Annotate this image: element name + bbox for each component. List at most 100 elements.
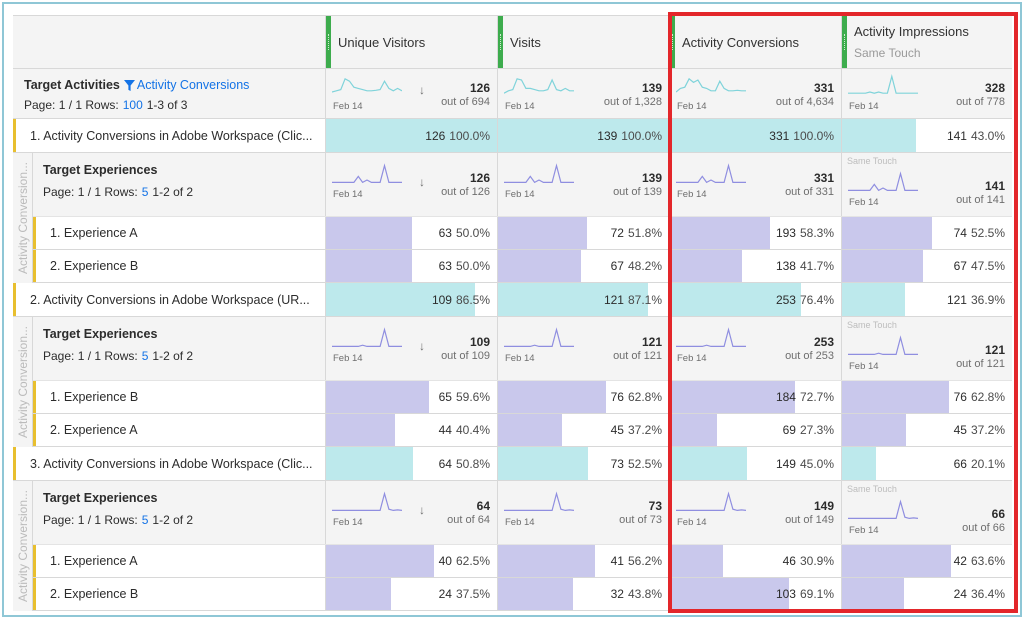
metric-percent: 50.0% [455,226,490,240]
metric-cell: 139 100.0% [497,119,669,152]
activity-row[interactable]: 1. Activity Conversions in Adobe Workspa… [13,119,1012,153]
metric-value: 139 [597,128,618,143]
sort-descending-icon[interactable]: ↓ [419,503,425,517]
rows-per-page[interactable]: 5 [142,185,149,199]
experience-label[interactable]: 2. Experience A [33,414,325,446]
sparkline[interactable] [504,489,574,515]
sparkline-date: Feb 14 [333,189,363,200]
metric-cell: 40 62.5% [325,545,497,577]
percent-bar [842,578,904,610]
metric-percent: 37.5% [455,587,490,601]
metric-percent: 20.1% [970,456,1005,471]
activity-row[interactable]: 3. Activity Conversions in Adobe Workspa… [13,447,1012,481]
breakdown-title: Target Experiences [43,491,158,505]
sparkline[interactable] [676,489,746,515]
breakdown-label: Activity Conversion... [13,317,33,447]
column-header-activity-impressions[interactable]: Activity Impressions Same Touch [841,16,1012,68]
filter-icon [123,79,135,91]
column-drag-handle[interactable] [498,16,503,68]
metric-value: 40 [438,554,452,568]
metric-percent: 87.1% [627,292,662,307]
metric-value: 109 [431,292,452,307]
experience-label[interactable]: 1. Experience A [33,545,325,577]
sparkline[interactable] [848,333,918,359]
metric-value: 65 [438,390,452,404]
sparkline[interactable] [676,325,746,351]
activity-label[interactable]: 1. Activity Conversions in Adobe Workspa… [13,119,325,152]
experience-row[interactable]: 1. Experience A 40 62.5% 41 56.2% 46 30.9% … [33,545,1012,578]
metric-cell: 67 47.5% [841,250,1012,282]
metric-value: 76 [953,390,967,404]
metric-percent: 41.7% [799,259,834,273]
total-value: 139 [641,81,662,95]
percent-bar [498,545,595,577]
segment-filter[interactable]: Activity Conversions [123,78,249,92]
metric-percent: 100.0% [793,128,834,143]
experience-label[interactable]: 1. Experience B [33,381,325,413]
sparkline[interactable] [504,161,574,187]
sparkline[interactable] [332,489,402,515]
sparkline[interactable] [848,497,918,523]
total-out-of: out of 73 [619,514,662,526]
metric-value: 45 [610,423,624,437]
metric-value: 63 [438,226,452,240]
metric-cell: 103 69.1% [669,578,841,610]
sparkline[interactable] [332,161,402,187]
sparkline-date: Feb 14 [505,353,535,364]
experience-row[interactable]: 1. Experience B 65 59.6% 76 62.8% 184 72.7%… [33,381,1012,414]
activity-label[interactable]: 2. Activity Conversions in Adobe Workspa… [13,283,325,316]
breakdown-header-row: Target Experiences Page: 1 / 1 Rows: 5 1-2… [33,153,1012,217]
rows-per-page[interactable]: 100 [123,98,143,112]
experience-label[interactable]: 1. Experience A [33,217,325,249]
experience-row[interactable]: 1. Experience A 63 50.0% 72 51.8% 193 58.3%… [33,217,1012,250]
column-header-unique-visitors[interactable]: Unique Visitors [325,16,497,68]
experience-label[interactable]: 2. Experience B [33,578,325,610]
metric-value: 24 [953,587,967,601]
rows-per-page[interactable]: 5 [142,513,149,527]
percent-bar [842,217,932,249]
metric-cell: 63 50.0% [325,217,497,249]
sort-descending-icon[interactable]: ↓ [419,83,425,97]
experience-label[interactable]: 2. Experience B [33,250,325,282]
metric-value: 126 [425,128,446,143]
experience-row[interactable]: 2. Experience B 24 37.5% 32 43.8% 103 69.1%… [33,578,1012,611]
breakdown-header-row: Target Experiences Page: 1 / 1 Rows: 5 1-2… [33,317,1012,381]
breakdown-total-cell: Feb 14 139 out of 139 [497,153,669,216]
total-value: 64 [476,499,490,513]
total-out-of: out of 253 [785,350,834,362]
sparkline[interactable] [848,73,918,99]
metric-cell: 65 59.6% [325,381,497,413]
row-range: 1-2 of 2 [152,185,194,199]
column-header-activity-conversions[interactable]: Activity Conversions [669,16,841,68]
total-out-of: out of 64 [447,514,490,526]
sparkline[interactable] [676,73,746,99]
column-drag-handle[interactable] [842,16,847,68]
breakdown-title: Target Experiences [43,327,158,341]
total-value: 253 [813,335,834,349]
sparkline[interactable] [332,73,402,99]
total-out-of: out of 66 [962,522,1005,534]
activity-label[interactable]: 3. Activity Conversions in Adobe Workspa… [13,447,325,480]
column-drag-handle[interactable] [670,16,675,68]
sparkline[interactable] [676,161,746,187]
sort-descending-icon[interactable]: ↓ [419,339,425,353]
metric-value: 253 [775,292,796,307]
sparkline[interactable] [848,169,918,195]
column-drag-handle[interactable] [326,16,331,68]
sparkline[interactable] [332,325,402,351]
sparkline[interactable] [504,325,574,351]
metric-value: 149 [775,456,796,471]
metric-value: 69 [782,423,796,437]
sparkline-date: Feb 14 [849,197,879,208]
rows-per-page[interactable]: 5 [142,349,149,363]
metric-percent: 62.5% [455,554,490,568]
metric-value: 67 [610,259,624,273]
row-range: 1-2 of 2 [152,349,194,363]
metric-percent: 62.8% [970,390,1005,404]
experience-row[interactable]: 2. Experience A 44 40.4% 45 37.2% 69 27.3% … [33,414,1012,447]
experience-row[interactable]: 2. Experience B 63 50.0% 67 48.2% 138 41.7%… [33,250,1012,283]
column-header-visits[interactable]: Visits [497,16,669,68]
sparkline[interactable] [504,73,574,99]
activity-row[interactable]: 2. Activity Conversions in Adobe Workspa… [13,283,1012,317]
sort-descending-icon[interactable]: ↓ [419,175,425,189]
